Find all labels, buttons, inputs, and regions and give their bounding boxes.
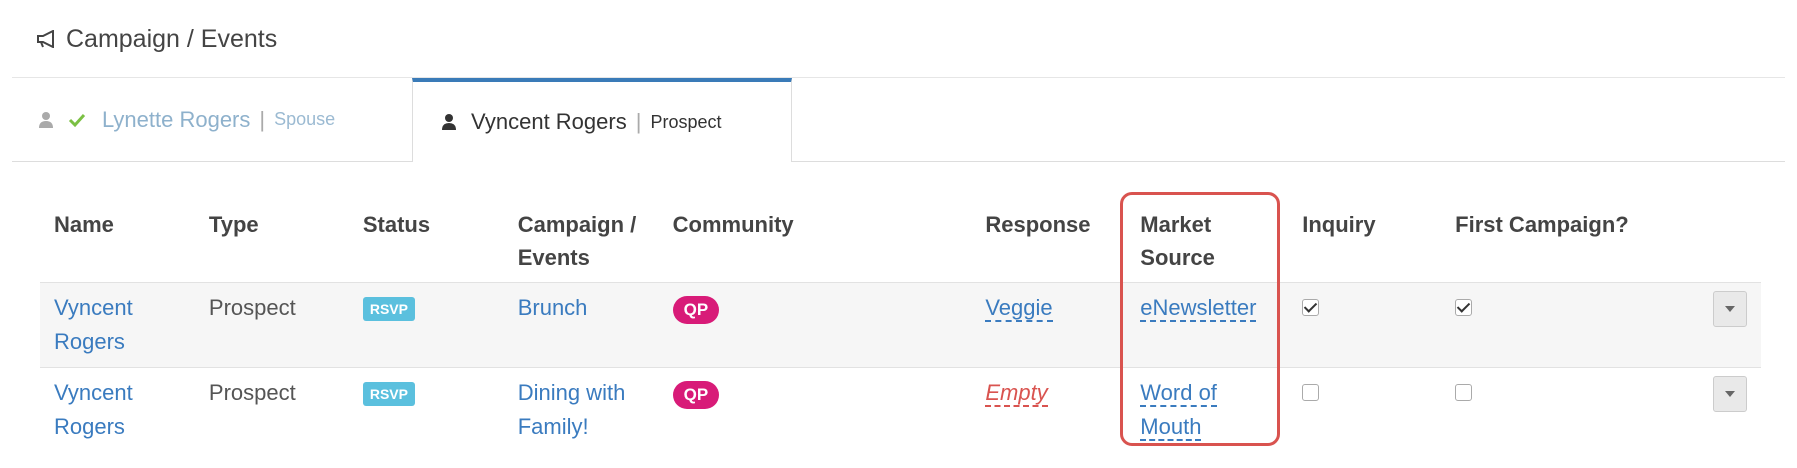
column-header-response: Response xyxy=(985,212,1091,237)
inquiry-checkbox[interactable] xyxy=(1302,384,1320,401)
tab-person-role: Prospect xyxy=(650,111,722,132)
market-source-editable[interactable]: eNewsletter xyxy=(1140,295,1257,322)
row-actions-dropdown-button[interactable] xyxy=(1713,291,1747,327)
tab-lynette-rogers[interactable]: Lynette Rogers | Spouse xyxy=(12,78,412,161)
tab-person-name: Vyncent Rogers xyxy=(471,109,627,134)
row-actions-dropdown-button[interactable] xyxy=(1713,376,1747,412)
tab-person-role: Spouse xyxy=(274,109,336,129)
column-header-first-campaign: First Campaign? xyxy=(1455,212,1629,237)
user-icon xyxy=(442,114,456,130)
response-editable[interactable]: Empty xyxy=(985,380,1048,407)
column-header-community: Community xyxy=(672,212,794,237)
page-header: Campaign / Events xyxy=(36,22,277,56)
market-source-editable[interactable]: Word of Mouth xyxy=(1140,380,1217,441)
community-badge: QP xyxy=(672,381,720,409)
column-header-inquiry: Inquiry xyxy=(1302,212,1376,237)
tab-separator: | xyxy=(259,106,266,132)
first-campaign-checkbox[interactable] xyxy=(1455,384,1473,401)
table-row: Vyncent Rogers Prospect RSVP Brunch QP V… xyxy=(40,282,1761,368)
row-name-link[interactable]: Vyncent Rogers xyxy=(54,295,133,354)
row-campaign-link[interactable]: Brunch xyxy=(518,295,588,320)
user-icon xyxy=(39,111,53,128)
tab-separator: | xyxy=(635,109,642,134)
first-campaign-checkbox[interactable] xyxy=(1455,299,1473,316)
row-type: Prospect xyxy=(194,282,349,368)
column-header-actions xyxy=(1699,196,1761,283)
response-editable[interactable]: Veggie xyxy=(985,295,1053,322)
column-header-market-source: Market Source xyxy=(1140,212,1215,270)
column-header-status: Status xyxy=(362,212,431,237)
community-badge: QP xyxy=(672,296,720,324)
status-badge: RSVP xyxy=(362,382,415,407)
bullhorn-icon xyxy=(37,30,54,48)
status-badge: RSVP xyxy=(362,297,415,322)
column-header-campaign: Campaign / Events xyxy=(517,212,637,270)
column-header-name: Name xyxy=(54,212,114,237)
tab-vyncent-rogers[interactable]: Vyncent Rogers | Prospect xyxy=(412,78,792,162)
row-type: Prospect xyxy=(208,380,296,405)
inquiry-checkbox[interactable] xyxy=(1302,299,1320,316)
page-title: Campaign / Events xyxy=(66,24,278,53)
check-icon xyxy=(68,113,86,127)
column-header-type: Type xyxy=(208,212,259,237)
table-header-row: Name Type Status Campaign / Events Commu… xyxy=(40,196,1761,283)
tab-person-name: Lynette Rogers xyxy=(102,106,251,132)
row-campaign-link[interactable]: Dining with Family! xyxy=(518,380,626,439)
row-name-link[interactable]: Vyncent Rogers xyxy=(54,380,133,439)
person-tabs: Lynette Rogers | Spouse Vyncent Rogers |… xyxy=(12,78,1785,162)
campaign-events-table: Name Type Status Campaign / Events Commu… xyxy=(40,196,1761,452)
table-row: Vyncent Rogers Prospect RSVP Dining with… xyxy=(40,367,1761,453)
